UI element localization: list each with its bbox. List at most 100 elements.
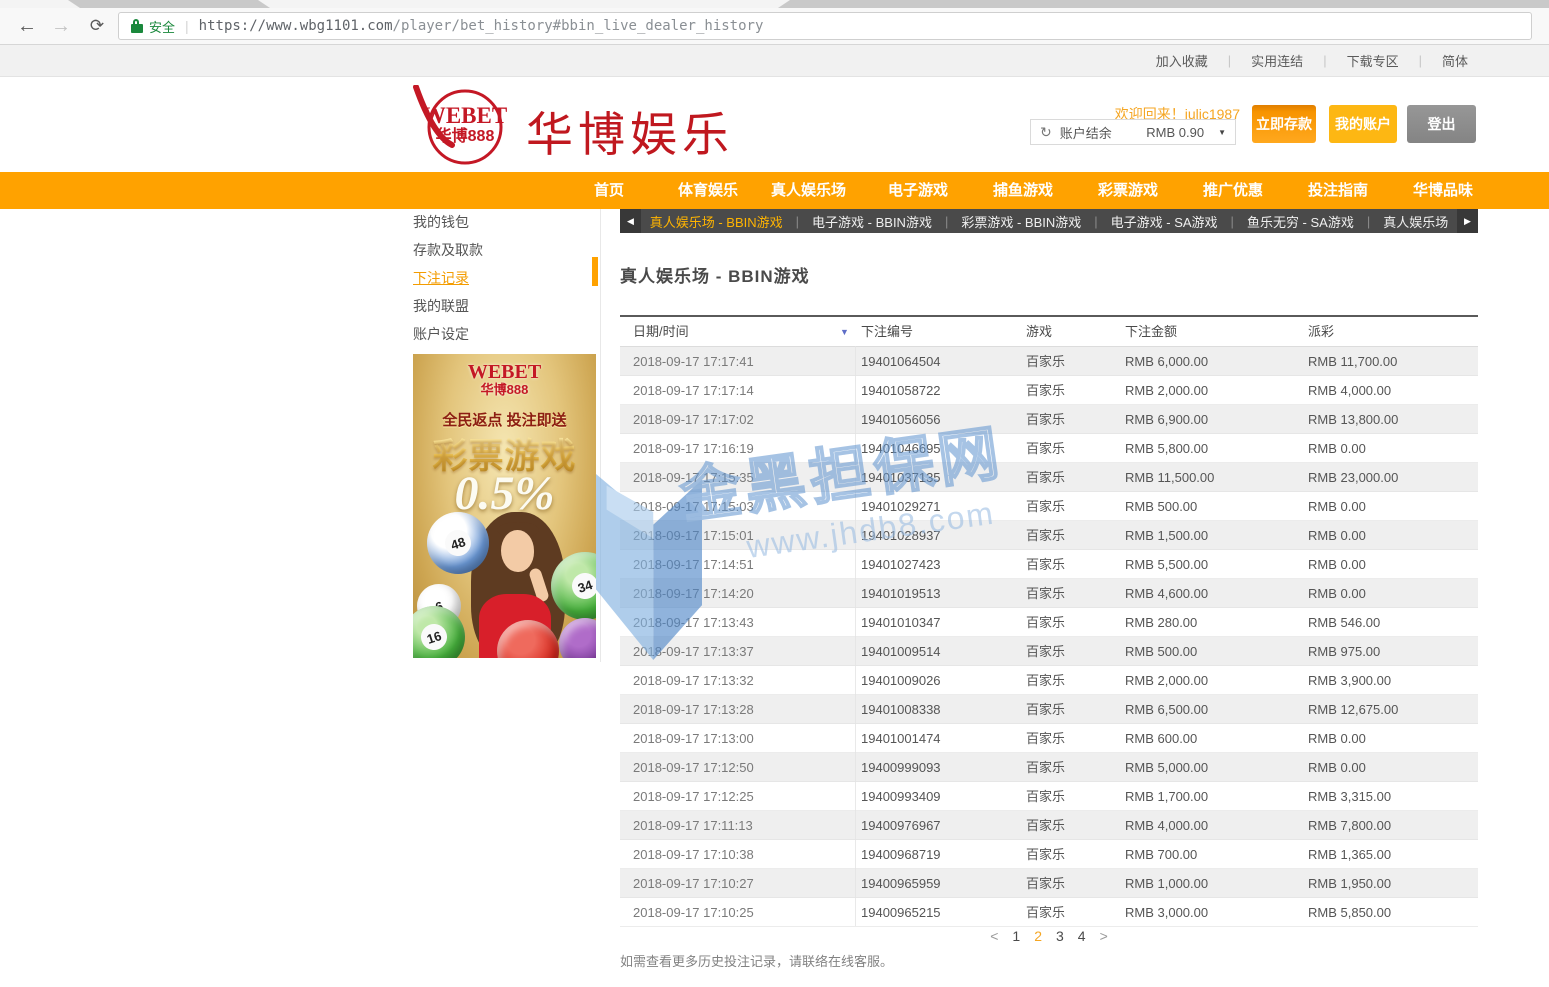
page-title: 真人娱乐场 - BBIN游戏 xyxy=(620,262,810,287)
nav-item-live-casino[interactable]: 真人娱乐场 xyxy=(771,172,846,209)
chevron-down-icon[interactable]: ▼ xyxy=(1218,128,1226,137)
cell-bet-amount: RMB 4,000.00 xyxy=(1125,811,1208,840)
promo-banner[interactable]: WEBET 华博888 全民返点 投注即送 彩票游戏 0.5% 48 34 6 … xyxy=(413,354,596,658)
cell-bet-amount: RMB 5,500.00 xyxy=(1125,550,1208,579)
cell-datetime: 2018-09-17 17:13:28 xyxy=(633,695,754,724)
url-text[interactable]: https://www.wbg1101.com/player/bet_histo… xyxy=(199,18,764,34)
banner-model-face xyxy=(501,530,534,572)
table-row: 2018-09-17 17:13:00 19401001474 百家乐 RMB … xyxy=(620,724,1478,753)
sidebar-item-my-affiliate[interactable]: 我的联盟 xyxy=(413,292,573,320)
cell-bet-id: 19400993409 xyxy=(861,782,941,811)
table-row: 2018-09-17 17:12:50 19400999093 百家乐 RMB … xyxy=(620,753,1478,782)
cell-payout: RMB 5,850.00 xyxy=(1308,898,1391,927)
cell-payout: RMB 3,900.00 xyxy=(1308,666,1391,695)
sidebar-item-wallet[interactable]: 我的钱包 xyxy=(413,208,573,236)
cell-game: 百家乐 xyxy=(1026,840,1065,869)
cell-datetime: 2018-09-17 17:13:37 xyxy=(633,637,754,666)
nav-item-slots[interactable]: 电子游戏 xyxy=(888,172,948,209)
browser-tab[interactable] xyxy=(258,0,790,8)
cell-bet-amount: RMB 5,800.00 xyxy=(1125,434,1208,463)
cell-bet-amount: RMB 4,600.00 xyxy=(1125,579,1208,608)
tab-lottery-bbin[interactable]: 彩票游戏 - BBIN游戏 xyxy=(961,212,1081,231)
cell-bet-id: 19401029271 xyxy=(861,492,941,521)
cell-bet-amount: RMB 1,500.00 xyxy=(1125,521,1208,550)
refresh-balance-icon[interactable]: ↻ xyxy=(1040,124,1052,141)
column-header-bet-amount: 下注金额 xyxy=(1125,317,1177,346)
cell-bet-id: 19400999093 xyxy=(861,753,941,782)
logo-888-text: 华博888 xyxy=(422,128,508,146)
tabs-scroll-left-icon[interactable]: ◀ xyxy=(620,209,641,233)
reload-icon[interactable]: ⟳ xyxy=(84,11,110,41)
page-prev[interactable]: < xyxy=(990,928,998,944)
cell-payout: RMB 3,315.00 xyxy=(1308,782,1391,811)
tab-slots-sa[interactable]: 电子游戏 - SA游戏 xyxy=(1111,212,1218,231)
link-download-zone[interactable]: 下载专区 xyxy=(1347,51,1399,70)
link-useful-links[interactable]: 实用连结 xyxy=(1251,51,1303,70)
nav-item-sports[interactable]: 体育娱乐 xyxy=(678,172,738,209)
page-2-current[interactable]: 2 xyxy=(1034,928,1042,944)
logout-button[interactable]: 登出 xyxy=(1407,105,1476,143)
page-next[interactable]: > xyxy=(1100,928,1108,944)
cell-game: 百家乐 xyxy=(1026,376,1065,405)
cell-payout: RMB 4,000.00 xyxy=(1308,376,1391,405)
back-icon[interactable]: ← xyxy=(14,11,40,41)
nav-item-brand[interactable]: 华博品味 xyxy=(1413,172,1473,209)
logo-webet-text: WEBET xyxy=(422,104,508,128)
sidebar-item-deposit-withdraw[interactable]: 存款及取款 xyxy=(413,236,573,264)
cell-bet-id: 19401008338 xyxy=(861,695,941,724)
address-bar[interactable]: 安全 | https://www.wbg1101.com/player/bet_… xyxy=(118,12,1532,40)
bet-history-table: 日期/时间 ▼ 下注编号 游戏 下注金额 派彩 2018-09-17 17:17… xyxy=(620,315,1478,927)
browser-toolbar: ← → ⟳ 安全 | https://www.wbg1101.com/playe… xyxy=(0,8,1549,45)
nav-item-fishing[interactable]: 捕鱼游戏 xyxy=(993,172,1053,209)
table-row: 2018-09-17 17:15:35 19401037135 百家乐 RMB … xyxy=(620,463,1478,492)
link-add-favorite[interactable]: 加入收藏 xyxy=(1156,51,1208,70)
tab-live-truncated[interactable]: 真人娱乐场 xyxy=(1383,212,1448,231)
link-simplified-chinese[interactable]: 简体 xyxy=(1442,51,1468,70)
cell-bet-amount: RMB 2,000.00 xyxy=(1125,376,1208,405)
deposit-button[interactable]: 立即存款 xyxy=(1252,105,1316,143)
table-row: 2018-09-17 17:10:38 19400968719 百家乐 RMB … xyxy=(620,840,1478,869)
my-account-button[interactable]: 我的账户 xyxy=(1329,105,1397,143)
lottery-ball-purple xyxy=(559,618,596,658)
cell-payout: RMB 7,800.00 xyxy=(1308,811,1391,840)
balance-widget[interactable]: ↻ 账户结余 RMB 0.90 ▼ xyxy=(1030,119,1236,145)
sidebar-item-account-settings[interactable]: 账户设定 xyxy=(413,320,573,348)
page-3[interactable]: 3 xyxy=(1056,928,1064,944)
nav-item-home[interactable]: 首页 xyxy=(594,172,624,209)
tab-slots-bbin[interactable]: 电子游戏 - BBIN游戏 xyxy=(812,212,932,231)
url-separator: | xyxy=(185,18,189,34)
sidebar-item-bet-history[interactable]: 下注记录 xyxy=(413,264,573,292)
forward-icon[interactable]: → xyxy=(48,11,74,41)
cell-game: 百家乐 xyxy=(1026,608,1065,637)
page-1[interactable]: 1 xyxy=(1012,928,1020,944)
nav-item-betting-guide[interactable]: 投注指南 xyxy=(1308,172,1368,209)
column-header-datetime[interactable]: 日期/时间 xyxy=(633,317,689,346)
browser-window: ← → ⟳ 安全 | https://www.wbg1101.com/playe… xyxy=(0,0,1549,987)
browser-tab[interactable] xyxy=(0,0,80,8)
sidebar-divider xyxy=(600,209,601,662)
nav-item-promotions[interactable]: 推广优惠 xyxy=(1203,172,1263,209)
cell-payout: RMB 1,365.00 xyxy=(1308,840,1391,869)
cell-bet-amount: RMB 500.00 xyxy=(1125,492,1197,521)
nav-item-lottery[interactable]: 彩票游戏 xyxy=(1098,172,1158,209)
cell-datetime: 2018-09-17 17:14:51 xyxy=(633,550,754,579)
page-4[interactable]: 4 xyxy=(1078,928,1086,944)
cell-bet-id: 19401027423 xyxy=(861,550,941,579)
tab-fishing-sa[interactable]: 鱼乐无穷 - SA游戏 xyxy=(1247,212,1354,231)
cell-datetime: 2018-09-17 17:12:25 xyxy=(633,782,754,811)
cell-datetime: 2018-09-17 17:17:41 xyxy=(633,347,754,376)
cell-game: 百家乐 xyxy=(1026,550,1065,579)
cell-game: 百家乐 xyxy=(1026,666,1065,695)
site-logo[interactable]: WEBET 华博888 华博娱乐 xyxy=(408,82,738,170)
cell-bet-id: 19400965959 xyxy=(861,869,941,898)
cell-game: 百家乐 xyxy=(1026,637,1065,666)
tab-live-bbin[interactable]: 真人娱乐场 - BBIN游戏 xyxy=(650,212,783,231)
cell-bet-amount: RMB 3,000.00 xyxy=(1125,898,1208,927)
cell-payout: RMB 23,000.00 xyxy=(1308,463,1398,492)
cell-datetime: 2018-09-17 17:15:01 xyxy=(633,521,754,550)
tabs-scroll-right-icon[interactable]: ▶ xyxy=(1457,209,1478,233)
cell-datetime: 2018-09-17 17:10:38 xyxy=(633,840,754,869)
sort-desc-icon[interactable]: ▼ xyxy=(840,318,849,347)
cell-bet-amount: RMB 700.00 xyxy=(1125,840,1197,869)
cell-payout: RMB 13,800.00 xyxy=(1308,405,1398,434)
